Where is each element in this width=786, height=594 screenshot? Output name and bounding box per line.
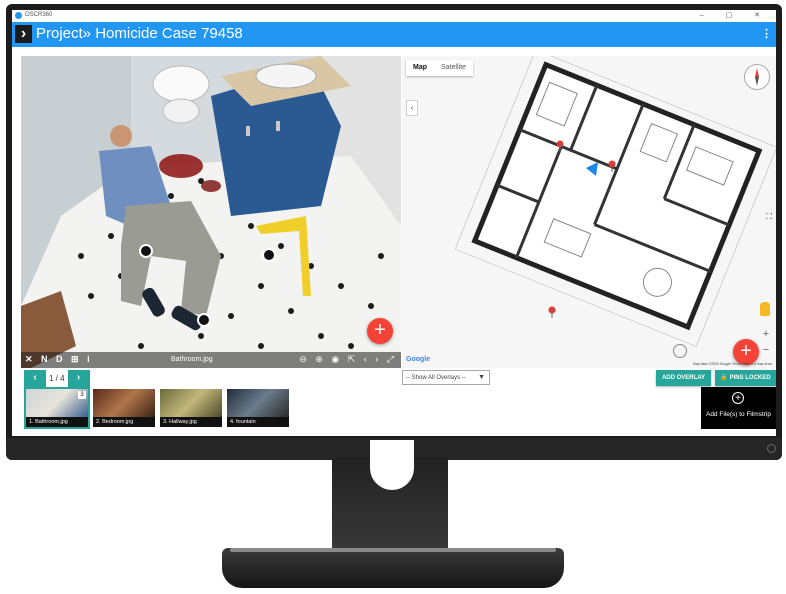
bathroom-scene-image bbox=[21, 56, 401, 368]
overlay-select-label: -- Show All Overlays -- bbox=[406, 375, 466, 381]
compass-icon[interactable] bbox=[744, 64, 770, 90]
thumbnail-image bbox=[227, 389, 289, 417]
menu-chevron-icon[interactable]: › bbox=[15, 25, 32, 43]
pager-position: 1 / 4 bbox=[49, 374, 65, 383]
map-type-tabs: Map Satellite bbox=[406, 60, 473, 76]
app-logo-icon bbox=[15, 12, 22, 19]
power-button-icon bbox=[767, 444, 776, 453]
collapse-panel-icon[interactable]: ‹ bbox=[406, 100, 418, 116]
window-controls[interactable]: – ▢ ✕ bbox=[700, 11, 770, 19]
photo-hotspot[interactable] bbox=[139, 244, 153, 258]
pins-locked-label: PINS LOCKED bbox=[729, 375, 771, 381]
photo-tools-right[interactable]: ⊖ ⊕ ◉ ⇱ ‹ › ⤢ bbox=[299, 354, 397, 365]
add-photo-pin-button[interactable]: + bbox=[367, 318, 393, 344]
pin-count-badge: 3 bbox=[78, 391, 86, 399]
window-titlebar: OSCR360 – ▢ ✕ bbox=[12, 10, 776, 22]
photo-pager: ‹ 1 / 4 › bbox=[24, 370, 90, 387]
filmstrip-item-label: 4. fountain bbox=[227, 417, 289, 427]
tab-satellite[interactable]: Satellite bbox=[434, 60, 473, 76]
app-screen: OSCR360 – ▢ ✕ › Project» Homicide Case 7… bbox=[12, 10, 776, 436]
overlay-select[interactable]: -- Show All Overlays -- ▼ bbox=[402, 370, 490, 385]
tab-map[interactable]: Map bbox=[406, 60, 434, 76]
filmstrip-item[interactable]: 2. Bedroom.jpg bbox=[93, 389, 155, 427]
street-view-pegman-icon[interactable] bbox=[760, 302, 770, 316]
add-circle-icon: + bbox=[732, 392, 744, 404]
more-menu-icon[interactable]: ⋮ bbox=[761, 27, 772, 40]
rotate-map-icon[interactable] bbox=[673, 344, 687, 358]
add-files-label: Add File(s) to Filmstrip bbox=[705, 411, 771, 418]
chevron-down-icon: ▼ bbox=[478, 374, 485, 381]
filmstrip-item[interactable]: 4. fountain bbox=[227, 389, 289, 427]
monitor-stand-cutout bbox=[370, 440, 414, 490]
page-title: Project» Homicide Case 79458 bbox=[36, 25, 243, 42]
zoom-in-button[interactable]: + bbox=[760, 326, 772, 342]
filmstrip-item[interactable]: 3 1. Bathroom.jpg bbox=[24, 387, 90, 429]
add-files-button[interactable]: + Add File(s) to Filmstrip bbox=[701, 387, 776, 429]
photo-hotspot[interactable] bbox=[262, 248, 276, 262]
map-fullscreen-icon[interactable]: ⛶ bbox=[766, 212, 772, 222]
filmstrip-item[interactable]: 3. Hallway.jpg bbox=[160, 389, 222, 427]
floor-plan-image bbox=[454, 56, 776, 347]
add-overlay-button[interactable]: ADD OVERLAY bbox=[656, 370, 711, 386]
prev-photo-button[interactable]: ‹ bbox=[24, 370, 46, 387]
thumbnail-image bbox=[93, 389, 155, 417]
photo-viewer[interactable]: + ✕ N D ⊞ i Bathroom.jpg ⊖ ⊕ ◉ ⇱ ‹ › ⤢ bbox=[21, 56, 401, 368]
thumbnail-image bbox=[160, 389, 222, 417]
map-zoom-control: + − bbox=[760, 326, 772, 358]
map-panel[interactable]: Map Satellite ‹ ⛶ + − + Google Map data … bbox=[402, 56, 776, 368]
monitor-stand-base bbox=[222, 548, 564, 588]
next-photo-button[interactable]: › bbox=[67, 370, 90, 387]
photo-hotspot[interactable] bbox=[197, 313, 211, 327]
map-attribution: Map data ©2024 Google Terms Report a map… bbox=[692, 362, 772, 366]
filmstrip-item-label: 3. Hallway.jpg bbox=[160, 417, 222, 427]
google-logo: Google bbox=[406, 356, 431, 363]
app-name: OSCR360 bbox=[25, 12, 53, 18]
zoom-out-button[interactable]: − bbox=[760, 342, 772, 358]
photo-filename: Bathroom.jpg bbox=[171, 356, 213, 363]
filmstrip-item-label: 1. Bathroom.jpg bbox=[26, 417, 88, 427]
photo-tools-left[interactable]: ✕ N D ⊞ i bbox=[25, 354, 93, 365]
photo-toolbar: ✕ N D ⊞ i Bathroom.jpg ⊖ ⊕ ◉ ⇱ ‹ › ⤢ bbox=[21, 352, 401, 368]
lock-icon: 🔒 bbox=[720, 375, 730, 381]
filmstrip-item-label: 2. Bedroom.jpg bbox=[93, 417, 155, 427]
monitor-stand-highlight bbox=[230, 548, 556, 552]
pins-locked-button[interactable]: 🔒 PINS LOCKED bbox=[715, 370, 776, 386]
app-header: › Project» Homicide Case 79458 ⋮ bbox=[12, 22, 776, 47]
